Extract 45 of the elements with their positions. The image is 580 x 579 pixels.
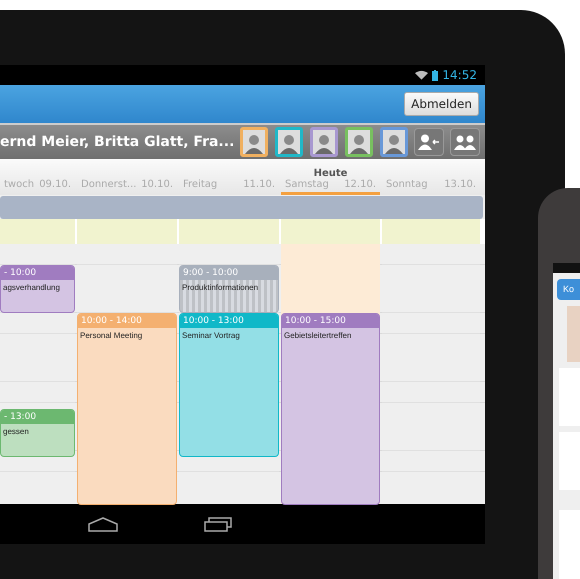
weekday-label: twoch bbox=[4, 179, 34, 190]
avatar[interactable] bbox=[310, 127, 338, 157]
status-time: 14:52 bbox=[442, 68, 477, 82]
avatar[interactable] bbox=[380, 127, 408, 157]
calendar-event[interactable]: - 10:00 agsverhandlung bbox=[0, 265, 75, 313]
avatar[interactable] bbox=[240, 127, 268, 157]
event-title: Gebietsleitertreffen bbox=[283, 330, 352, 342]
weekday-label: Freitag bbox=[183, 179, 218, 190]
group-icon bbox=[454, 134, 476, 150]
date-label: 09.10. bbox=[39, 179, 71, 190]
date-label: 12.10. bbox=[344, 179, 376, 190]
calendar-event[interactable]: 9:00 - 10:00 Produktinformationen bbox=[179, 265, 279, 313]
avatar[interactable] bbox=[345, 127, 374, 157]
calendar-event[interactable]: 10:00 - 13:00 Seminar Vortrag bbox=[179, 313, 279, 457]
event-title: agsverhandlung bbox=[2, 282, 61, 294]
avatar[interactable] bbox=[275, 127, 304, 157]
event-title: Produktinformationen bbox=[181, 282, 260, 294]
date-label: 10.10. bbox=[141, 179, 173, 190]
event-time: 10:00 - 15:00 bbox=[285, 316, 346, 326]
calendar-event[interactable]: 10:00 - 15:00 Gebietsleitertreffen bbox=[281, 313, 380, 505]
logout-button[interactable]: Abmelden bbox=[404, 92, 479, 116]
event-time: 10:00 - 14:00 bbox=[81, 316, 142, 326]
weekday-label: Sonntag bbox=[386, 179, 428, 190]
weekday-label: Donnerst... bbox=[81, 179, 136, 190]
wifi-icon bbox=[415, 70, 428, 80]
home-icon[interactable] bbox=[88, 516, 118, 532]
participants-text: ernd Meier, Britta Glatt, Fra... bbox=[0, 134, 234, 150]
event-title: Personal Meeting bbox=[79, 330, 144, 342]
calendar-event[interactable]: - 13:00 gessen bbox=[0, 409, 75, 457]
calendar-event[interactable]: 10:00 - 14:00 Personal Meeting bbox=[77, 313, 177, 505]
person-remove-icon bbox=[418, 134, 440, 150]
today-label: Heute bbox=[312, 168, 348, 179]
event-time: 10:00 - 13:00 bbox=[183, 316, 244, 326]
event-title: gessen bbox=[2, 426, 30, 438]
date-label: 11.10. bbox=[243, 179, 275, 190]
battery-icon bbox=[432, 70, 438, 80]
weekday-label: Samstag bbox=[285, 179, 329, 190]
recent-apps-icon[interactable] bbox=[204, 516, 232, 532]
date-label: 13.10. bbox=[444, 179, 476, 190]
group-button[interactable] bbox=[450, 128, 480, 156]
remove-person-button[interactable] bbox=[414, 128, 444, 156]
event-time: - 10:00 bbox=[4, 268, 36, 278]
event-title: Seminar Vortrag bbox=[181, 330, 241, 342]
event-time: - 13:00 bbox=[4, 412, 36, 422]
event-time: 9:00 - 10:00 bbox=[183, 268, 238, 278]
